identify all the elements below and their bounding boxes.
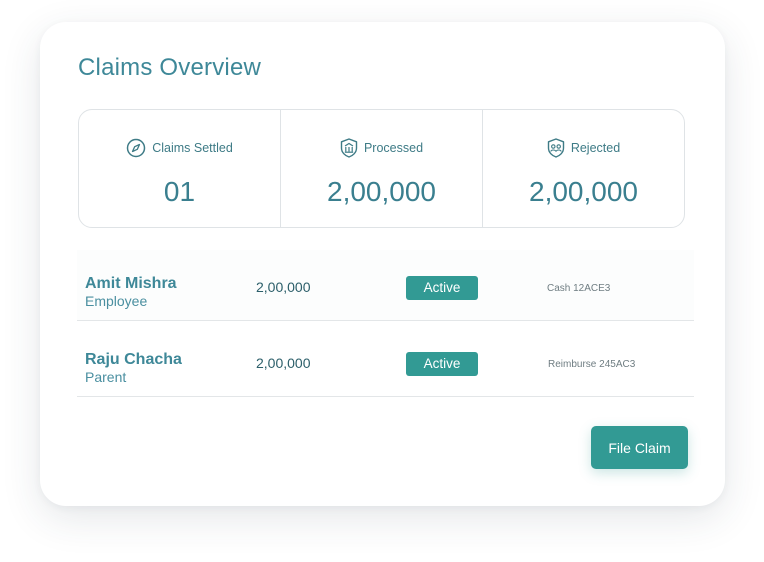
status-badge: Active [406, 276, 478, 300]
stats-panel: Claims Settled 01 Processed 2,00,000 Rej… [78, 109, 685, 228]
claimant-name: Raju Chacha [85, 351, 182, 368]
claimant-role: Parent [85, 369, 127, 385]
stat-value: 01 [163, 176, 196, 207]
claim-reference: Reimburse 245AC3 [548, 359, 636, 370]
stat-processed: Processed 2,00,000 [280, 110, 482, 227]
table-row[interactable]: Amit Mishra Employee 2,00,000 Active Cas… [77, 250, 694, 321]
shield-people-icon [547, 138, 565, 158]
file-claim-button[interactable]: File Claim [591, 426, 688, 469]
stat-header: Processed [281, 138, 482, 158]
claim-amount: 2,00,000 [256, 279, 311, 295]
claim-reference: Cash 12ACE3 [547, 283, 611, 294]
shield-building-icon [340, 138, 358, 158]
compass-icon [126, 138, 146, 158]
stat-value: 2,00,000 [327, 176, 436, 207]
stat-label: Rejected [570, 141, 621, 155]
stat-header: Rejected [483, 138, 684, 158]
status-badge: Active [406, 352, 478, 376]
claims-overview-card: Claims Overview Claims Settled 01 Proces… [40, 22, 725, 506]
stat-rejected: Rejected 2,00,000 [482, 110, 684, 227]
claimant-name: Amit Mishra [85, 275, 177, 292]
stat-claims-settled: Claims Settled 01 [79, 110, 280, 227]
page-title: Claims Overview [78, 54, 262, 81]
table-row[interactable]: Raju Chacha Parent 2,00,000 Active Reimb… [77, 326, 694, 397]
stat-label: Claims Settled [152, 141, 233, 155]
stat-label: Processed [363, 141, 424, 155]
stat-value: 2,00,000 [529, 176, 638, 207]
claim-amount: 2,00,000 [256, 355, 311, 371]
stat-header: Claims Settled [79, 138, 280, 158]
claimant-role: Employee [85, 293, 148, 309]
